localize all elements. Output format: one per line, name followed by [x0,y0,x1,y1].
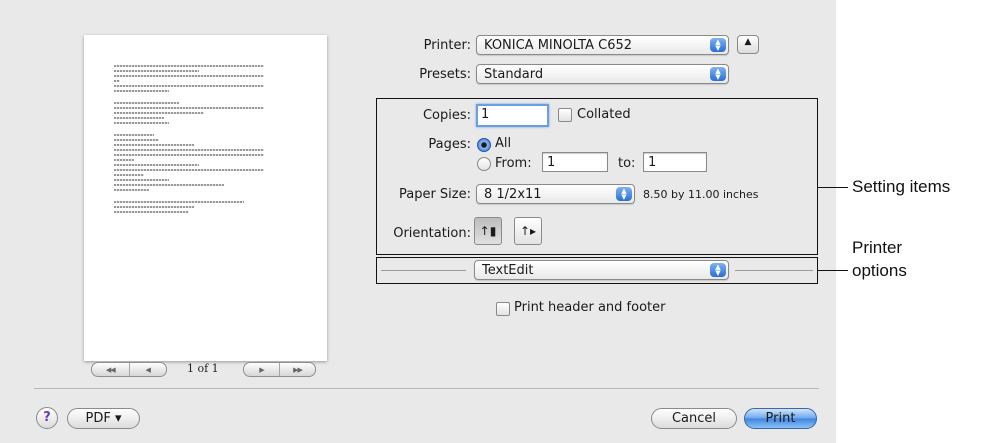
collated-label: Collated [577,107,631,122]
header-footer-checkbox[interactable] [496,302,510,316]
landscape-icon: ↑▸ [519,224,537,238]
page-indicator: 1 of 1 [187,362,219,375]
page-preview [84,35,327,361]
paper-size-description: 8.50 by 11.00 inches [643,188,759,201]
presets-value: Standard [484,67,544,82]
popup-arrows-icon: ▲ ▼ [710,263,726,277]
pages-from-radio[interactable] [477,157,491,171]
popup-arrows-icon: ▲ ▼ [710,38,726,52]
previous-page-button[interactable]: ◀ [130,363,167,376]
cancel-button[interactable]: Cancel [651,408,737,429]
pages-from-field[interactable]: 1 [542,152,608,172]
copies-label: Copies: [422,108,471,123]
help-button[interactable]: ? [36,407,58,429]
printer-popup[interactable]: KONICA MINOLTA C652 ▲ ▼ [476,35,729,55]
paper-size-popup[interactable]: 8 1/2x11 ▲ ▼ [476,184,635,204]
separator-left [381,270,466,271]
print-button[interactable]: Print [744,408,817,429]
paper-size-value: 8 1/2x11 [484,187,542,202]
print-options-popup[interactable]: TextEdit ▲ ▼ [474,260,729,280]
printer-options-annotation-line2: options [852,261,907,280]
collated-checkbox[interactable] [558,108,572,122]
copies-field[interactable]: 1 [476,104,549,127]
pages-all-radio[interactable] [477,138,491,152]
pdf-menu-button[interactable]: PDF ▾ [67,408,140,429]
header-footer-label: Print header and footer [514,300,666,315]
printer-options-leader-line [818,270,848,271]
print-options-value: TextEdit [482,263,534,278]
last-page-button[interactable]: ▶▶ [280,363,315,376]
footer-divider [34,388,819,389]
setting-items-annotation: Setting items [852,177,951,196]
presets-label: Presets: [419,67,471,82]
paper-size-label: Paper Size: [398,187,471,202]
portrait-orientation-button[interactable]: ↑▮ [474,217,502,245]
pages-all-label: All [495,136,512,151]
pages-from-label: From: [495,156,532,171]
presets-popup[interactable]: Standard ▲ ▼ [476,64,729,84]
separator-right [735,270,813,271]
pages-to-field[interactable]: 1 [643,152,707,172]
print-dialog: ◀◀ ◀ 1 of 1 ▶ ▶▶ Printer: KONICA MINOLTA… [0,0,836,443]
first-page-button[interactable]: ◀◀ [92,363,130,376]
setting-items-leader-line [818,187,848,188]
disclosure-button[interactable]: ▲ [737,35,759,54]
popup-arrows-icon: ▲ ▼ [616,187,632,201]
landscape-orientation-button[interactable]: ↑▸ [514,217,542,245]
next-page-button[interactable]: ▶ [244,363,280,376]
pages-label: Pages: [428,137,471,152]
pages-to-label: to: [618,156,636,171]
printer-options-annotation-line1: Printer [852,238,903,257]
printer-value: KONICA MINOLTA C652 [484,38,633,53]
preview-forward-controls: ▶ ▶▶ [243,362,316,377]
portrait-icon: ↑▮ [479,224,497,238]
preview-back-controls: ◀◀ ◀ [91,362,167,377]
printer-label: Printer: [423,38,471,53]
orientation-label: Orientation: [393,226,471,241]
popup-arrows-icon: ▲ ▼ [710,67,726,81]
